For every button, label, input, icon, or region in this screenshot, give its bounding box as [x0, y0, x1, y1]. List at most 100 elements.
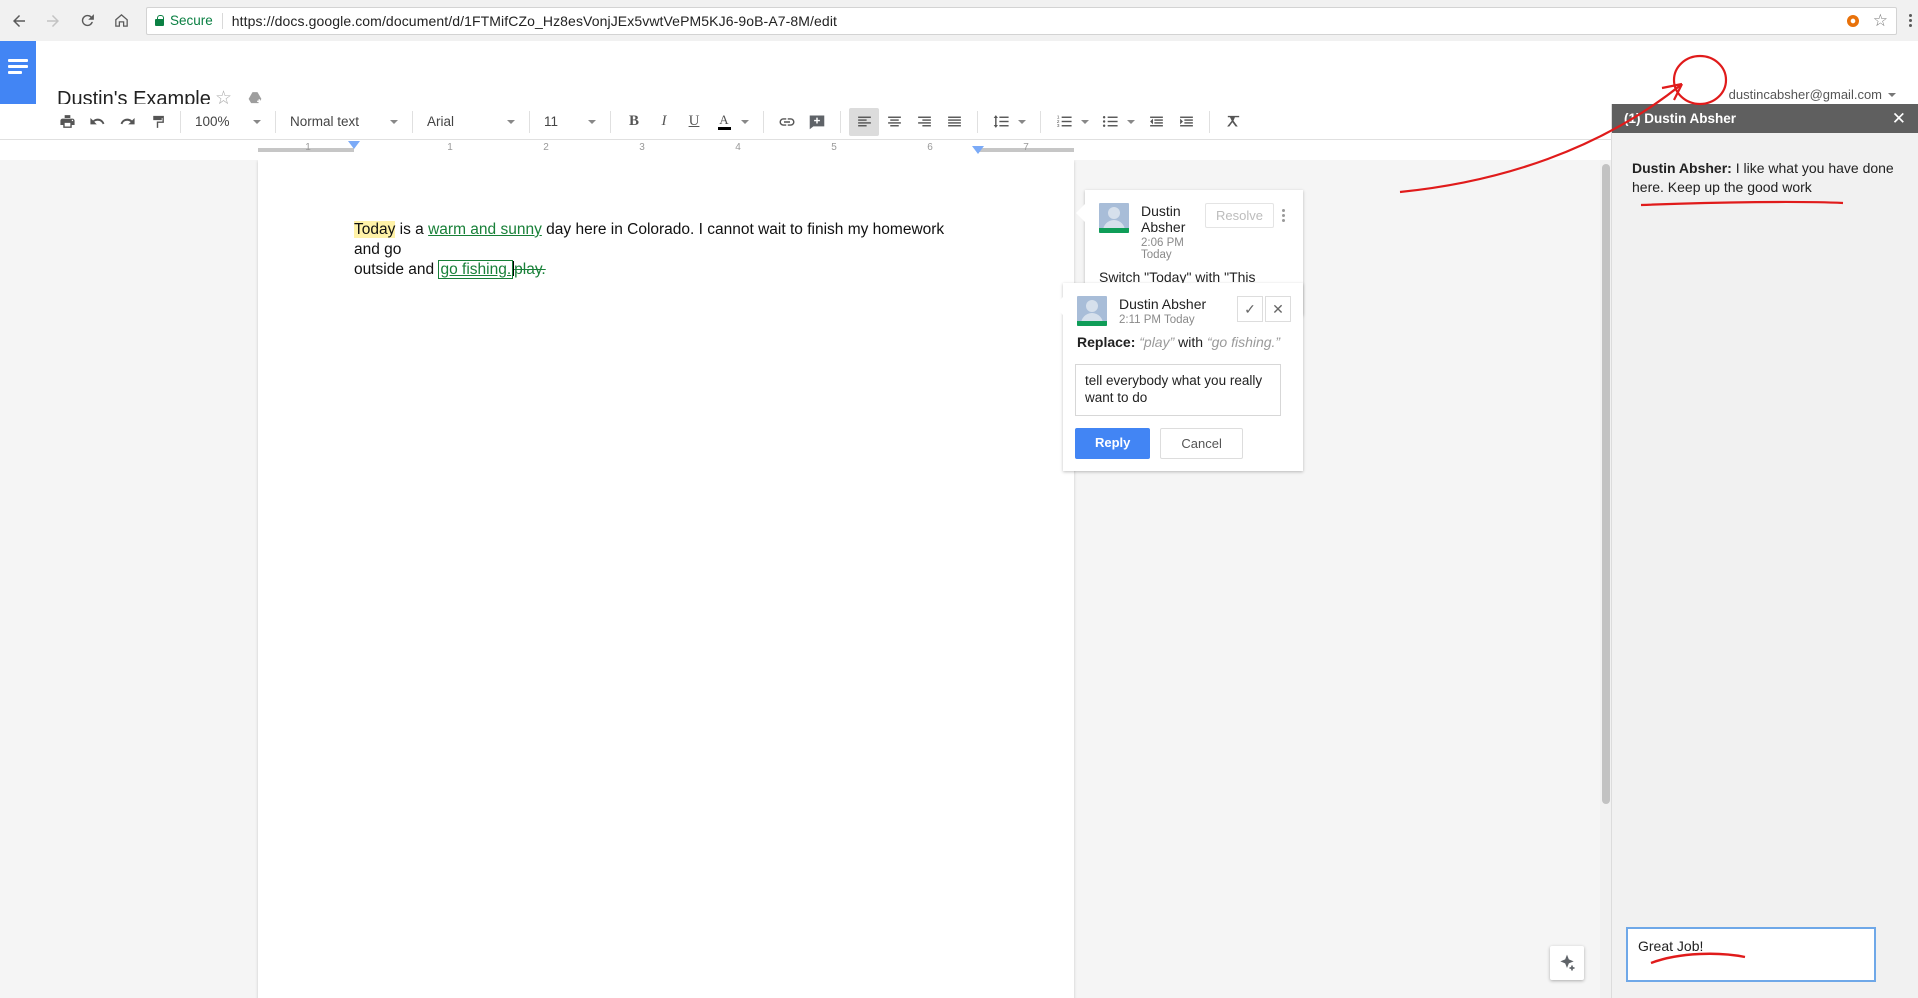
- left-indent-marker[interactable]: [348, 141, 360, 149]
- undo-icon[interactable]: [82, 108, 112, 136]
- link-icon[interactable]: [772, 108, 802, 136]
- chrome-menu-icon[interactable]: [1909, 14, 1912, 27]
- avatar: [1077, 296, 1107, 326]
- ruler-number: 3: [639, 142, 645, 153]
- underline-button[interactable]: U: [679, 108, 709, 136]
- comment-card-header: Dustin Absher 2:06 PM Today Resolve: [1085, 190, 1303, 263]
- numbered-list-icon[interactable]: 123: [1049, 108, 1079, 136]
- reject-x-icon[interactable]: ✕: [1265, 296, 1291, 322]
- add-comment-icon[interactable]: [802, 108, 832, 136]
- secure-label: Secure: [170, 13, 213, 28]
- clear-formatting-icon[interactable]: [1218, 108, 1248, 136]
- scrollbar-thumb[interactable]: [1602, 164, 1610, 804]
- ruler-number: 6: [927, 142, 933, 153]
- ruler-number: 1: [447, 142, 453, 153]
- italic-button[interactable]: I: [649, 108, 679, 136]
- forward-arrow-icon[interactable]: [38, 6, 68, 36]
- reply-area: tell everybody what you really want to d…: [1063, 364, 1303, 471]
- account-email[interactable]: dustincabsher@gmail.com: [1729, 87, 1896, 102]
- suggestion-card-replace[interactable]: Dustin Absher 2:11 PM Today ✓ ✕ Replace:…: [1054, 283, 1303, 471]
- print-icon[interactable]: [52, 108, 82, 136]
- suggestion-body-to: “go fishing.”: [1206, 334, 1281, 350]
- home-icon[interactable]: [106, 6, 136, 36]
- text-color-button[interactable]: A: [709, 108, 739, 136]
- accept-check-icon[interactable]: ✓: [1237, 296, 1263, 322]
- extension-icon[interactable]: [1845, 13, 1861, 29]
- suggestion-body: Replace: “play” with “go fishing.”: [1063, 328, 1303, 364]
- ruler-number: 2: [543, 142, 549, 153]
- resolve-button[interactable]: Resolve: [1205, 203, 1274, 228]
- chevron-down-icon[interactable]: [1127, 119, 1135, 124]
- reply-buttons: Reply Cancel: [1075, 428, 1291, 459]
- align-right-icon[interactable]: [909, 108, 939, 136]
- close-icon[interactable]: ✕: [1892, 110, 1906, 127]
- reply-button[interactable]: Reply: [1075, 428, 1151, 459]
- decrease-indent-icon[interactable]: [1141, 108, 1171, 136]
- line-spacing-icon[interactable]: [986, 108, 1016, 136]
- sidebar-comment-input[interactable]: Great Job!: [1626, 927, 1876, 982]
- comments-sidebar: (1) Dustin Absher ✕ Dustin Absher: I lik…: [1611, 104, 1918, 998]
- browser-toolbar: Secure https://docs.google.com/document/…: [0, 0, 1918, 42]
- align-justify-icon[interactable]: [939, 108, 969, 136]
- reply-input[interactable]: tell everybody what you really want to d…: [1075, 364, 1281, 416]
- chevron-down-icon[interactable]: [741, 119, 749, 124]
- suggested-replacement: go fishing.: [438, 260, 514, 279]
- text-color-label: A: [719, 112, 729, 127]
- align-left-icon[interactable]: [849, 107, 879, 136]
- cancel-button[interactable]: Cancel: [1160, 428, 1243, 459]
- address-bar[interactable]: Secure https://docs.google.com/document/…: [146, 6, 1897, 35]
- document-page[interactable]: Today is a warm and sunny day here in Co…: [258, 160, 1074, 998]
- style-value: Normal text: [290, 114, 360, 129]
- chevron-down-icon: [390, 119, 398, 124]
- sidebar-input-wrapper: Great Job!: [1626, 927, 1876, 982]
- toolbar-divider: [529, 110, 530, 133]
- suggestion-body-label: Replace:: [1077, 334, 1136, 350]
- reload-icon[interactable]: [72, 6, 102, 36]
- text-color-swatch: [717, 127, 731, 130]
- doc-text-segment: is a: [395, 221, 429, 238]
- back-arrow-icon[interactable]: [4, 6, 34, 36]
- increase-indent-icon[interactable]: [1171, 108, 1201, 136]
- comment-timestamp: 2:06 PM Today: [1141, 237, 1184, 261]
- chevron-down-icon: [1888, 92, 1896, 97]
- document-body-text[interactable]: Today is a warm and sunny day here in Co…: [354, 220, 974, 280]
- ruler-number: 4: [735, 142, 741, 153]
- chevron-down-icon[interactable]: [1081, 119, 1089, 124]
- redo-icon[interactable]: [112, 108, 142, 136]
- suggestion-author-block: Dustin Absher 2:11 PM Today: [1119, 296, 1206, 326]
- bookmark-star-icon[interactable]: ☆: [1873, 12, 1888, 29]
- toolbar-divider: [977, 110, 978, 133]
- bulleted-list-icon[interactable]: [1095, 108, 1125, 136]
- bold-button[interactable]: B: [619, 108, 649, 136]
- zoom-select[interactable]: 100%: [189, 109, 267, 135]
- more-options-icon[interactable]: [1276, 205, 1291, 226]
- highlighted-word-today: Today: [354, 221, 396, 238]
- toolbar-divider: [180, 110, 181, 133]
- svg-text:3: 3: [1056, 123, 1059, 129]
- chevron-down-icon[interactable]: [1018, 119, 1026, 124]
- paragraph-style-select[interactable]: Normal text: [284, 109, 404, 135]
- comment-author-block: Dustin Absher 2:06 PM Today: [1141, 203, 1205, 261]
- document-canvas: Today is a warm and sunny day here in Co…: [0, 160, 1612, 998]
- align-center-icon[interactable]: [879, 108, 909, 136]
- toolbar-divider: [1209, 110, 1210, 133]
- toolbar-divider: [610, 110, 611, 133]
- font-size-select[interactable]: 11: [538, 109, 602, 135]
- omnibox-actions: ☆: [1835, 12, 1888, 29]
- sidebar-header: (1) Dustin Absher ✕: [1612, 104, 1918, 133]
- font-family-select[interactable]: Arial: [421, 109, 521, 135]
- chevron-down-icon: [507, 119, 515, 124]
- font-size-value: 11: [544, 114, 559, 129]
- suggested-deletion: play.: [514, 261, 546, 278]
- paint-format-icon[interactable]: [142, 108, 172, 136]
- avatar: [1099, 203, 1129, 233]
- right-indent-marker[interactable]: [972, 146, 984, 154]
- toolbar-divider: [1040, 110, 1041, 133]
- suggestion-timestamp: 2:11 PM Today: [1119, 314, 1195, 326]
- explore-icon[interactable]: [1550, 946, 1584, 980]
- omnibox-divider: [221, 12, 223, 29]
- suggestion-card-header: Dustin Absher 2:11 PM Today ✓ ✕: [1063, 283, 1303, 328]
- horizontal-ruler[interactable]: 1 1 2 3 4 5 6 7: [0, 140, 1612, 161]
- toolbar-divider: [412, 110, 413, 133]
- toolbar-divider: [275, 110, 276, 133]
